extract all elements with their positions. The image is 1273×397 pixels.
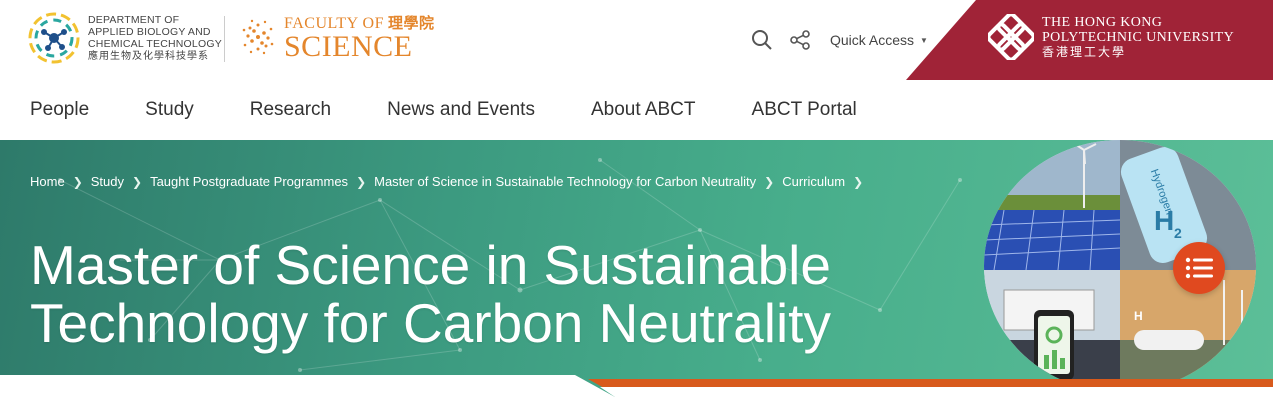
share-icon [790, 30, 810, 50]
breadcrumb-study[interactable]: Study [91, 174, 124, 189]
faculty-name: Faculty of 理學院 Science [284, 12, 435, 63]
polyu-name-line: Polytechnic University [1042, 29, 1235, 45]
h2-subscript: 2 [1174, 225, 1182, 241]
h2-label: H [1154, 205, 1174, 236]
search-icon [752, 30, 772, 50]
breadcrumb: Home ❯ Study ❯ Taught Postgraduate Progr… [30, 174, 863, 189]
chevron-right-icon: ❯ [72, 174, 83, 189]
search-button[interactable] [750, 28, 774, 52]
nav-item-research[interactable]: Research [250, 99, 331, 121]
logo-divider [224, 16, 225, 62]
breadcrumb-programme[interactable]: Master of Science in Sustainable Technol… [374, 174, 756, 189]
nav-item-people[interactable]: People [30, 99, 89, 121]
department-name: Department of Applied Biology and Chemic… [88, 14, 222, 63]
department-logo[interactable]: Department of Applied Biology and Chemic… [28, 12, 222, 64]
polyu-logo: The Hong Kong Polytechnic University 香港理… [988, 14, 1234, 60]
polyu-name-line: The Hong Kong [1042, 14, 1163, 30]
table-of-contents-button[interactable] [1173, 242, 1225, 294]
faculty-big-text: Science [284, 30, 413, 63]
main-nav: People Study Research News and Events Ab… [0, 80, 1273, 140]
tank-h-label: H [1134, 309, 1143, 323]
hero-bottom-edge [0, 375, 1273, 397]
department-line: Chemical Technology [88, 37, 222, 50]
caret-down-icon: ▼ [920, 35, 928, 45]
department-name-zh: 應用生物及化學科技學系 [88, 50, 209, 62]
quick-access-dropdown[interactable]: Quick Access ▼ [830, 32, 928, 48]
hero-banner: Home ❯ Study ❯ Taught Postgraduate Progr… [0, 140, 1273, 397]
nav-item-about-abct[interactable]: About ABCT [591, 99, 696, 121]
department-line: Department of [88, 13, 180, 26]
chevron-right-icon: ❯ [764, 174, 775, 189]
header-tools: Quick Access ▼ [750, 28, 928, 52]
nav-item-news-and-events[interactable]: News and Events [387, 99, 535, 121]
department-line: Applied Biology and [88, 25, 211, 38]
page-title: Master of Science in Sustainable Technol… [30, 236, 930, 352]
polyu-banner[interactable]: The Hong Kong Polytechnic University 香港理… [906, 0, 1273, 80]
nav-item-study[interactable]: Study [145, 99, 194, 121]
chevron-right-icon: ❯ [132, 174, 143, 189]
page-title-line: Technology for Carbon Neutrality [30, 292, 831, 354]
site-header: Department of Applied Biology and Chemic… [0, 0, 1273, 80]
polyu-name: The Hong Kong Polytechnic University 香港理… [1042, 15, 1234, 60]
abct-logo-icon [28, 12, 80, 64]
chevron-right-icon: ❯ [853, 174, 864, 189]
breadcrumb-curriculum[interactable]: Curriculum [782, 174, 845, 189]
polyu-logo-icon [988, 14, 1034, 60]
breadcrumb-taught-postgraduate[interactable]: Taught Postgraduate Programmes [150, 174, 348, 189]
faculty-logo[interactable]: Faculty of 理學院 Science [238, 12, 435, 63]
breadcrumb-home[interactable]: Home [30, 174, 65, 189]
list-icon [1185, 257, 1213, 279]
page-title-line: Master of Science in Sustainable [30, 234, 831, 296]
share-button[interactable] [788, 28, 812, 52]
chevron-right-icon: ❯ [356, 174, 367, 189]
nav-item-abct-portal[interactable]: ABCT Portal [752, 99, 857, 121]
polyu-name-zh: 香港理工大學 [1042, 44, 1127, 59]
quick-access-label: Quick Access [830, 32, 915, 48]
faculty-swirl-icon [242, 19, 274, 54]
